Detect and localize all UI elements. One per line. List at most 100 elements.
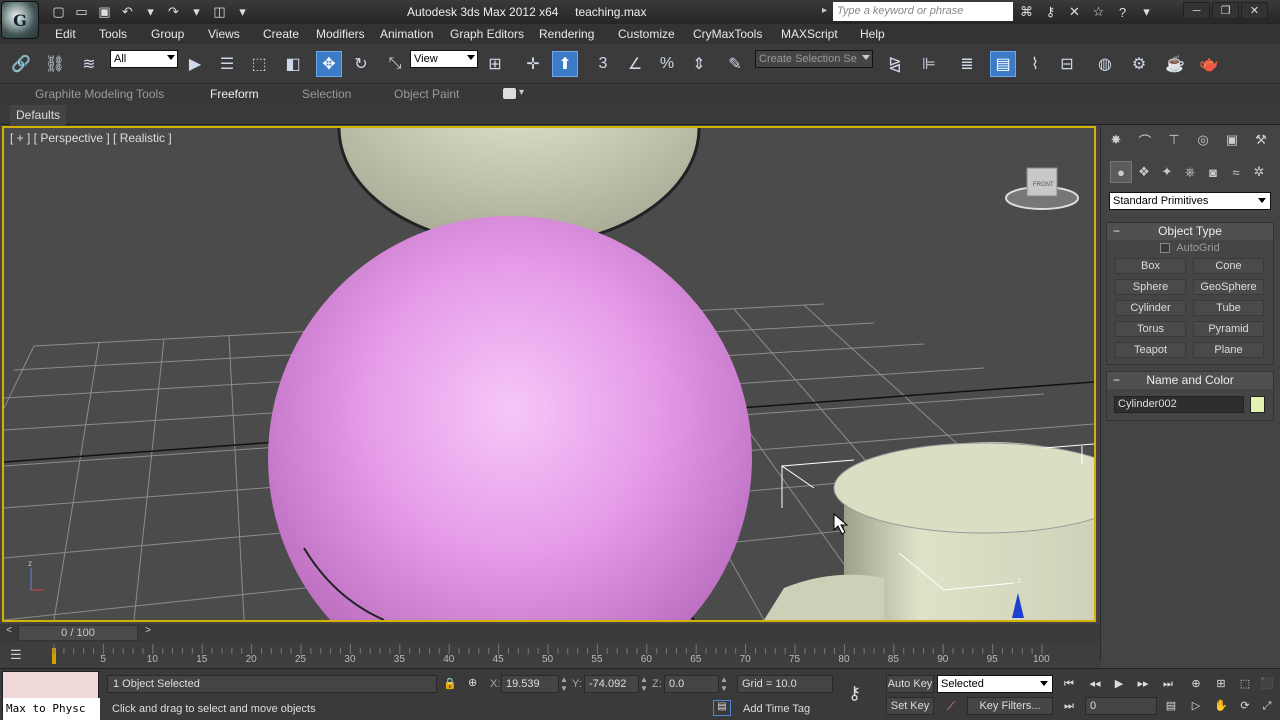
modify-tab-icon[interactable]: ⌒ xyxy=(1134,129,1156,151)
menu-edit[interactable]: Edit xyxy=(55,27,76,41)
play-icon[interactable]: ▶ xyxy=(1108,675,1130,693)
binoculars-icon[interactable]: ⌘ xyxy=(1016,3,1037,21)
x-spinner-icon[interactable]: ▲ ▼ xyxy=(560,675,568,693)
key-mode-dropdown[interactable]: Selected xyxy=(937,675,1053,693)
display-tab-icon[interactable]: ▣ xyxy=(1221,129,1243,151)
cameras-category-icon[interactable]: ⎈ xyxy=(1179,161,1201,183)
edit-named-selection-icon[interactable]: ✎ xyxy=(722,51,748,77)
perspective-viewport[interactable]: z z FRONT [ + ] [ Perspective ] [ Realis… xyxy=(2,126,1096,622)
bind-space-warp-icon[interactable]: ≋ xyxy=(76,51,102,77)
ribbon-minimize-icon[interactable] xyxy=(503,88,516,99)
selection-filter-dropdown[interactable]: All xyxy=(110,50,178,68)
communication-center-icon[interactable]: ✕ xyxy=(1064,3,1085,21)
redo-dropdown-icon[interactable]: ▾ xyxy=(186,3,207,21)
z-spinner-icon[interactable]: ▲ ▼ xyxy=(720,675,728,693)
open-file-icon[interactable]: ▭ xyxy=(71,3,92,21)
teapot-button[interactable]: Teapot xyxy=(1115,342,1186,358)
torus-button[interactable]: Torus xyxy=(1115,321,1186,337)
y-coord-input[interactable]: -74.092 xyxy=(584,675,639,693)
percent-snap-icon[interactable]: % xyxy=(654,51,680,77)
save-icon[interactable]: ▣ xyxy=(94,3,115,21)
menu-views[interactable]: Views xyxy=(208,27,240,41)
reference-coordinate-dropdown[interactable]: View xyxy=(410,50,478,68)
geometry-category-icon[interactable]: ● xyxy=(1110,161,1132,183)
set-keys-icon[interactable]: ⚷ xyxy=(848,683,861,704)
go-to-end-icon[interactable]: ⏭ xyxy=(1157,675,1179,693)
shapes-category-icon[interactable]: ❖ xyxy=(1133,161,1155,183)
project-folder-icon[interactable]: ◫ xyxy=(209,3,230,21)
help-icon[interactable]: ? xyxy=(1112,3,1133,21)
ribbon-dropdown-icon[interactable]: ▾ xyxy=(519,87,524,98)
schematic-view-icon[interactable]: ⊟ xyxy=(1054,51,1080,77)
pan-view-icon[interactable]: ✋ xyxy=(1210,697,1232,715)
rectangular-selection-icon[interactable]: ⬚ xyxy=(246,51,272,77)
object-type-rollout-header[interactable]: − Object Type xyxy=(1107,223,1273,240)
pivot-center-icon[interactable]: ⊞ xyxy=(482,51,508,77)
object-name-input[interactable]: Cylinder002 xyxy=(1114,396,1244,413)
redo-icon[interactable]: ↷ xyxy=(163,3,184,21)
box-button[interactable]: Box xyxy=(1115,258,1186,274)
time-configuration-icon[interactable]: ▤ xyxy=(1160,697,1182,715)
menu-tools[interactable]: Tools xyxy=(99,27,127,41)
zoom-icon[interactable]: ⊕ xyxy=(1185,675,1207,693)
key-mode-toggle-icon[interactable]: ⏭ xyxy=(1058,697,1080,715)
close-icon[interactable]: ✕ xyxy=(1241,2,1268,19)
select-and-scale-icon[interactable]: ⤡ xyxy=(382,51,408,77)
curve-editor-icon[interactable]: ⌇ xyxy=(1022,51,1048,77)
hierarchy-tab-icon[interactable]: ⊤ xyxy=(1163,129,1185,151)
help-dropdown-icon[interactable]: ▾ xyxy=(1136,3,1157,21)
maximize-viewport-icon[interactable]: ⤢ xyxy=(1256,697,1278,715)
maxscript-listener[interactable]: Max to Physc xyxy=(2,671,100,720)
current-frame-input[interactable]: 0 xyxy=(1085,697,1157,715)
render-production-icon[interactable]: 🫖 xyxy=(1196,51,1222,77)
menu-crymaxtools[interactable]: CryMaxTools xyxy=(693,27,762,41)
object-color-swatch[interactable] xyxy=(1250,396,1265,413)
add-time-tag[interactable]: Add Time Tag xyxy=(743,703,810,715)
ribbon-tab-freeform[interactable]: Freeform xyxy=(210,87,259,101)
key-filters-button[interactable]: Key Filters... xyxy=(967,697,1053,715)
subscription-key-icon[interactable]: ⚷ xyxy=(1040,3,1061,21)
select-manipulate-icon[interactable]: ✛ xyxy=(520,51,546,77)
autogrid-checkbox[interactable] xyxy=(1160,243,1171,253)
menu-maxscript[interactable]: MAXScript xyxy=(781,27,838,41)
previous-frame-icon[interactable]: ◂◂ xyxy=(1084,675,1106,693)
utilities-tab-icon[interactable]: ⚒ xyxy=(1250,129,1272,151)
next-frame-icon[interactable]: ▸▸ xyxy=(1132,675,1154,693)
field-of-view-icon[interactable]: ▷ xyxy=(1185,697,1207,715)
key-tangent-icon[interactable]: ⟋ xyxy=(940,699,962,717)
select-object-icon[interactable]: ▶ xyxy=(182,51,208,77)
set-key-button[interactable]: Set Key xyxy=(886,697,934,715)
rendered-frame-window-icon[interactable]: ☕ xyxy=(1162,51,1188,77)
lights-category-icon[interactable]: ✦ xyxy=(1156,161,1178,183)
tube-button[interactable]: Tube xyxy=(1193,300,1264,316)
ribbon-tab-object-paint[interactable]: Object Paint xyxy=(394,87,459,101)
viewport-label[interactable]: [ + ] [ Perspective ] [ Realistic ] xyxy=(10,131,172,145)
ribbon-tab-graphite-modeling-tools[interactable]: Graphite Modeling Tools xyxy=(35,87,164,101)
ribbon-tab-selection[interactable]: Selection xyxy=(302,87,351,101)
select-and-link-icon[interactable]: 🔗 xyxy=(8,51,34,77)
time-tag-icon[interactable]: ▤ xyxy=(713,700,731,716)
material-editor-icon[interactable]: ◍ xyxy=(1092,51,1118,77)
create-tab-icon[interactable]: ✸ xyxy=(1105,129,1127,151)
menu-help[interactable]: Help xyxy=(860,27,885,41)
unlink-icon[interactable]: ⛓ xyxy=(42,51,68,77)
restore-icon[interactable]: ❐ xyxy=(1212,2,1239,19)
help-search-input[interactable]: Type a keyword or phrase xyxy=(833,2,1013,21)
time-slider[interactable]: < 0 / 100 > xyxy=(0,624,1100,642)
render-setup-icon[interactable]: ⚙ xyxy=(1126,51,1152,77)
z-coord-input[interactable]: 0.0 xyxy=(664,675,719,693)
layer-manager-icon[interactable]: ≣ xyxy=(954,51,980,77)
orbit-icon[interactable]: ⟳ xyxy=(1234,697,1256,715)
minimize-icon[interactable]: ─ xyxy=(1183,2,1210,19)
angle-snap-icon[interactable]: ∠ xyxy=(622,51,648,77)
cylinder-button[interactable]: Cylinder xyxy=(1115,300,1186,316)
select-by-name-icon[interactable]: ☰ xyxy=(214,51,240,77)
search-expand-icon[interactable]: ▸ xyxy=(822,5,827,16)
menu-animation[interactable]: Animation xyxy=(380,27,433,41)
time-slider-thumb[interactable]: 0 / 100 xyxy=(18,625,138,641)
new-file-icon[interactable]: ▢ xyxy=(48,3,69,21)
geometry-type-dropdown[interactable]: Standard Primitives xyxy=(1109,192,1271,210)
track-bar[interactable]: ☰ 5 10 15 20 25 30 35 40 45 50 55 60 65 70 75 80 85 90 95 1… xyxy=(0,642,1100,668)
time-slider-next-icon[interactable]: > xyxy=(141,625,155,641)
spinner-snap-icon[interactable]: ⇕ xyxy=(686,51,712,77)
